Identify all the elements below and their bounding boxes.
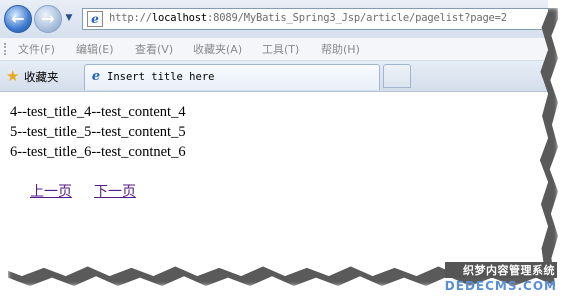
forward-arrow-icon: → xyxy=(41,9,55,28)
browser-window: ← → ▼ e http://localhost:8089/MyBatis_Sp… xyxy=(0,0,548,276)
menu-tools[interactable]: 工具(T) xyxy=(262,41,299,57)
menu-file[interactable]: 文件(F) xyxy=(18,41,55,57)
address-toolbar: ← → ▼ e http://localhost:8089/MyBatis_Sp… xyxy=(0,0,548,38)
back-button[interactable]: ← xyxy=(4,5,32,33)
url-text[interactable]: http://localhost:8089/MyBatis_Spring3_Js… xyxy=(109,12,507,24)
prev-page-link[interactable]: 上一页 xyxy=(30,181,72,201)
next-page-link[interactable]: 下一页 xyxy=(94,181,136,201)
tab-title: Insert title here xyxy=(107,71,215,83)
url-path: :8089/MyBatis_Spring3_Jsp/article/pageli… xyxy=(206,12,507,24)
tab-active[interactable]: e Insert title here xyxy=(84,64,380,90)
url-prefix: http:// xyxy=(109,12,152,24)
menu-help[interactable]: 帮助(H) xyxy=(321,41,360,57)
url-host: localhost xyxy=(151,12,207,24)
address-bar[interactable]: e http://localhost:8089/MyBatis_Spring3_… xyxy=(82,8,548,30)
watermark: 织梦内容管理系统 DEDECMS.COM xyxy=(444,262,557,293)
star-icon: ★ xyxy=(6,67,20,85)
list-item: 5--test_title_5--test_content_5 xyxy=(10,124,186,140)
history-dropdown-button[interactable]: ▼ xyxy=(63,11,75,25)
toolbar-grip[interactable] xyxy=(4,43,8,55)
chevron-down-icon: ▼ xyxy=(65,13,73,23)
menu-bar: 文件(F) 编辑(E) 查看(V) 收藏夹(A) 工具(T) 帮助(H) xyxy=(0,38,548,61)
ie-logo-icon: e xyxy=(91,69,101,84)
back-arrow-icon: ← xyxy=(11,9,25,28)
tab-bar: ★ 收藏夹 e Insert title here xyxy=(0,61,548,92)
page-content: 4--test_title_4--test_content_4 5--test_… xyxy=(0,92,548,276)
new-tab-button[interactable] xyxy=(383,64,411,88)
list-item: 4--test_title_4--test_content_4 xyxy=(10,104,186,120)
watermark-en: DEDECMS.COM xyxy=(444,279,557,293)
menu-edit[interactable]: 编辑(E) xyxy=(76,41,114,57)
menu-view[interactable]: 查看(V) xyxy=(135,41,173,57)
ie-page-icon: e xyxy=(87,11,103,27)
forward-button[interactable]: → xyxy=(34,5,62,33)
menu-favorites[interactable]: 收藏夹(A) xyxy=(193,41,242,57)
list-item: 6--test_title_6--test_contnet_6 xyxy=(10,144,186,160)
watermark-cn: 织梦内容管理系统 xyxy=(444,262,557,278)
favorites-button[interactable]: 收藏夹 xyxy=(24,69,59,85)
